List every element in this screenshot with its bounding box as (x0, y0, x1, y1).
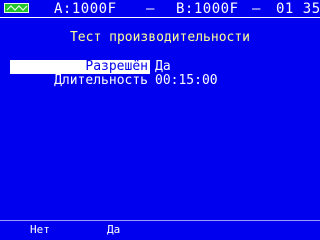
status-separator: – (146, 1, 155, 17)
param-row-enable[interactable]: Разрешён Да (0, 60, 320, 74)
param-value-enable[interactable]: Да (155, 60, 171, 74)
status-bar: A:1000F – B:1000F – 01 35 (0, 0, 320, 18)
status-separator: – (252, 1, 261, 17)
softkey-no-button[interactable]: Нет (30, 223, 50, 237)
channel-b-status: B:1000F (176, 1, 239, 17)
softkey-divider (0, 220, 320, 221)
status-divider (0, 17, 320, 18)
channel-a-status: A:1000F (54, 1, 117, 17)
softkey-yes-button[interactable]: Да (107, 223, 120, 237)
param-label-enable[interactable]: Разрешён (10, 60, 150, 74)
param-row-duration[interactable]: Длительность 00:15:00 (0, 74, 320, 88)
softkey-bar: Нет Да (0, 220, 320, 240)
param-label-duration[interactable]: Длительность (10, 74, 150, 88)
battery-wave-icon (4, 3, 29, 13)
page-title: Тест производительности (69, 30, 250, 45)
channel-number: 01 35 (276, 1, 320, 17)
param-value-duration[interactable]: 00:15:00 (155, 74, 218, 88)
device-screen: A:1000F – B:1000F – 01 35 Тест производи… (0, 0, 320, 240)
